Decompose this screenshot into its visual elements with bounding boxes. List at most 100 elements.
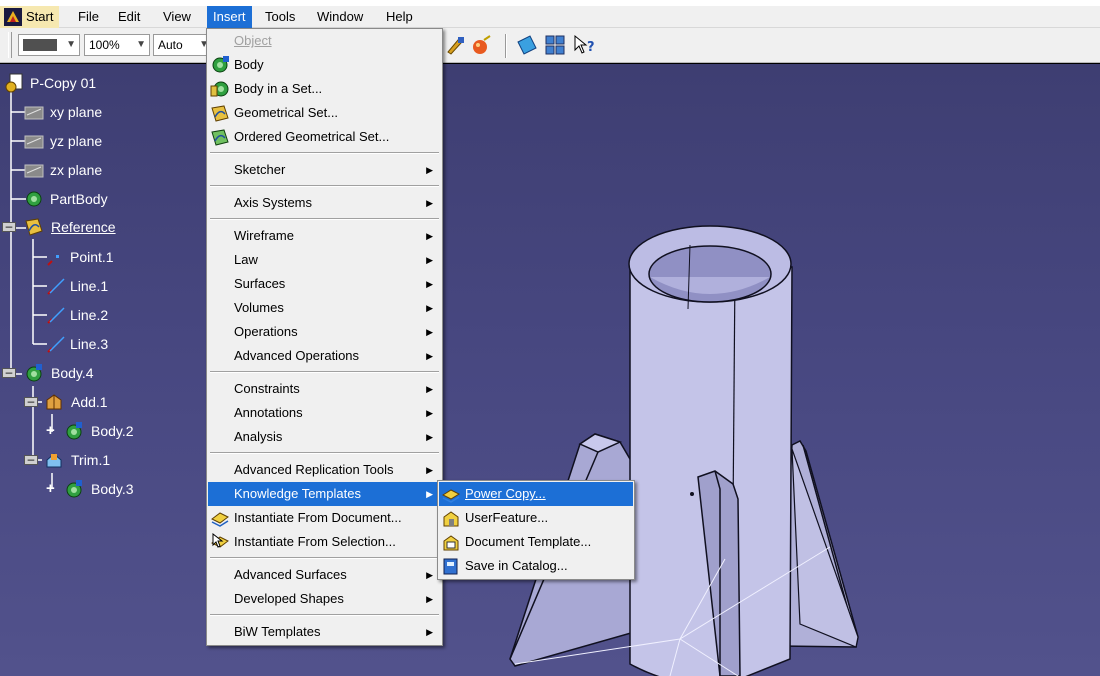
tree-item-trim-1[interactable]: – Trim.1 xyxy=(24,450,134,470)
menu-view[interactable]: View xyxy=(157,6,197,28)
menu-item-surfaces[interactable]: Surfaces ▶ xyxy=(208,272,441,296)
tree-item-line-3[interactable]: Line.3 xyxy=(46,334,136,354)
tree-root[interactable]: P-Copy 01 xyxy=(4,73,124,93)
3d-viewport[interactable]: P-Copy 01 xy plane yz plane zx plane Par… xyxy=(0,64,1100,676)
menu-item-body[interactable]: Body xyxy=(208,53,441,77)
add-operation-icon xyxy=(46,394,62,410)
collapse-minus-icon[interactable]: – xyxy=(24,453,38,465)
menu-item-wireframe[interactable]: Wireframe ▶ xyxy=(208,224,441,248)
point-icon xyxy=(47,255,59,266)
tree-item-reference[interactable]: – Reference xyxy=(2,217,132,237)
chevron-down-icon: ▼ xyxy=(66,39,76,50)
menu-item-axis-systems[interactable]: Axis Systems ▶ xyxy=(208,191,441,215)
multi-view-icon[interactable] xyxy=(544,34,566,56)
tree-item-add-1[interactable]: – Add.1 xyxy=(24,392,134,412)
menu-item-law[interactable]: Law ▶ xyxy=(208,248,441,272)
menu-item-advanced-operations[interactable]: Advanced Operations ▶ xyxy=(208,344,441,368)
tree-item-body-3[interactable]: + Body.3 xyxy=(44,479,144,499)
menu-item-knowledge-templates[interactable]: Knowledge Templates ▶ xyxy=(208,482,441,506)
tree-item-yz-plane-label: yz plane xyxy=(50,133,103,149)
tree-item-body-4[interactable]: – Body.4 xyxy=(2,363,112,383)
submenu-arrow-icon: ▶ xyxy=(426,351,433,361)
line-icon xyxy=(47,278,65,295)
menu-item-annotations[interactable]: Annotations ▶ xyxy=(208,401,441,425)
menu-bar: Start File Edit View Insert Tools Window… xyxy=(0,6,1100,28)
menu-item-ordered-geometrical-set-label: Ordered Geometrical Set... xyxy=(234,129,390,144)
mode-combo[interactable]: Auto ▼ xyxy=(153,34,213,56)
menu-item-geometrical-set[interactable]: Geometrical Set... xyxy=(208,101,441,125)
menu-item-volumes[interactable]: Volumes ▶ xyxy=(208,296,441,320)
menu-tools[interactable]: Tools xyxy=(259,6,301,28)
menu-item-analysis[interactable]: Analysis ▶ xyxy=(208,425,441,449)
chevron-down-icon: ▼ xyxy=(136,39,146,50)
menu-item-save-in-catalog[interactable]: Save in Catalog... xyxy=(439,554,633,578)
collapse-minus-icon[interactable]: – xyxy=(2,220,16,232)
instantiate-document-icon xyxy=(211,512,229,527)
tree-item-body-4-label: Body.4 xyxy=(51,365,94,381)
insert-menu: Object Body Body in a Set... Geometrical… xyxy=(206,28,443,646)
menu-item-advanced-replication-tools[interactable]: Advanced Replication Tools ▶ xyxy=(208,458,441,482)
tree-item-zx-plane[interactable]: zx plane xyxy=(24,160,134,180)
tree-item-line-2[interactable]: Line.2 xyxy=(46,305,136,325)
menu-edit[interactable]: Edit xyxy=(112,6,146,28)
submenu-arrow-icon: ▶ xyxy=(426,594,433,604)
painter-icon[interactable] xyxy=(444,34,466,56)
menu-file[interactable]: File xyxy=(72,6,105,28)
submenu-arrow-icon: ▶ xyxy=(426,255,433,265)
line-icon xyxy=(47,336,65,353)
menu-item-advanced-operations-label: Advanced Operations xyxy=(234,348,360,363)
expand-plus-icon[interactable]: + xyxy=(46,423,55,438)
menu-item-constraints[interactable]: Constraints ▶ xyxy=(208,377,441,401)
tree-item-body-2[interactable]: + Body.2 xyxy=(44,421,144,441)
tree-item-partbody[interactable]: PartBody xyxy=(24,189,134,209)
menu-item-user-feature[interactable]: UserFeature... xyxy=(439,506,633,530)
menu-item-advanced-surfaces[interactable]: Advanced Surfaces ▶ xyxy=(208,563,441,587)
submenu-arrow-icon: ▶ xyxy=(426,489,433,499)
menu-item-volumes-label: Volumes xyxy=(234,300,284,315)
menu-item-object[interactable]: Object xyxy=(208,29,441,53)
menu-item-power-copy[interactable]: Power Copy... xyxy=(439,482,633,506)
tree-item-trim-1-label: Trim.1 xyxy=(71,452,111,468)
zoom-combo[interactable]: 100% ▼ xyxy=(84,34,150,56)
whats-this-icon[interactable]: ? xyxy=(572,34,596,56)
apply-material-icon[interactable] xyxy=(470,34,492,56)
menu-separator xyxy=(210,218,439,220)
menu-item-instantiate-from-document[interactable]: Instantiate From Document... xyxy=(208,506,441,530)
tree-item-yz-plane[interactable]: yz plane xyxy=(24,131,134,151)
rocket-model[interactable] xyxy=(470,159,890,676)
tree-item-line-3-label: Line.3 xyxy=(70,336,109,352)
expand-plus-icon[interactable]: + xyxy=(46,481,55,496)
menu-item-save-in-catalog-label: Save in Catalog... xyxy=(465,558,568,573)
submenu-arrow-icon: ▶ xyxy=(426,627,433,637)
menu-window[interactable]: Window xyxy=(311,6,369,28)
menu-item-body-label: Body xyxy=(234,57,264,72)
menu-item-document-template[interactable]: Document Template... xyxy=(439,530,633,554)
menu-help[interactable]: Help xyxy=(380,6,419,28)
sketch-plane-icon[interactable] xyxy=(516,34,538,56)
color-swatch xyxy=(23,39,57,51)
menu-item-instantiate-from-selection[interactable]: Instantiate From Selection... xyxy=(208,530,441,554)
submenu-arrow-icon: ▶ xyxy=(426,465,433,475)
menu-item-developed-shapes-label: Developed Shapes xyxy=(234,591,344,606)
tree-item-point-1[interactable]: Point.1 xyxy=(46,247,136,267)
menu-item-instantiate-from-selection-label: Instantiate From Selection... xyxy=(234,534,396,549)
svg-text:?: ? xyxy=(587,40,595,55)
tree-item-line-1[interactable]: Line.1 xyxy=(46,276,136,296)
menu-item-developed-shapes[interactable]: Developed Shapes ▶ xyxy=(208,587,441,611)
color-combo[interactable]: ▼ xyxy=(18,34,80,56)
plane-icon xyxy=(24,164,44,178)
zoom-value: 100% xyxy=(89,38,120,52)
menu-item-biw-templates[interactable]: BiW Templates ▶ xyxy=(208,620,441,644)
menu-start[interactable]: Start xyxy=(0,6,60,28)
menu-insert[interactable]: Insert xyxy=(207,6,252,28)
menu-item-surfaces-label: Surfaces xyxy=(234,276,286,291)
menu-item-ordered-geometrical-set[interactable]: Ordered Geometrical Set... xyxy=(208,125,441,149)
menu-item-operations[interactable]: Operations ▶ xyxy=(208,320,441,344)
menu-separator xyxy=(210,152,439,154)
collapse-minus-icon[interactable]: – xyxy=(24,395,38,407)
menu-window-label: Window xyxy=(317,9,364,24)
menu-item-body-in-set[interactable]: Body in a Set... xyxy=(208,77,441,101)
menu-item-sketcher[interactable]: Sketcher ▶ xyxy=(208,158,441,182)
tree-item-xy-plane[interactable]: xy plane xyxy=(24,102,134,122)
collapse-minus-icon[interactable]: – xyxy=(2,366,16,378)
